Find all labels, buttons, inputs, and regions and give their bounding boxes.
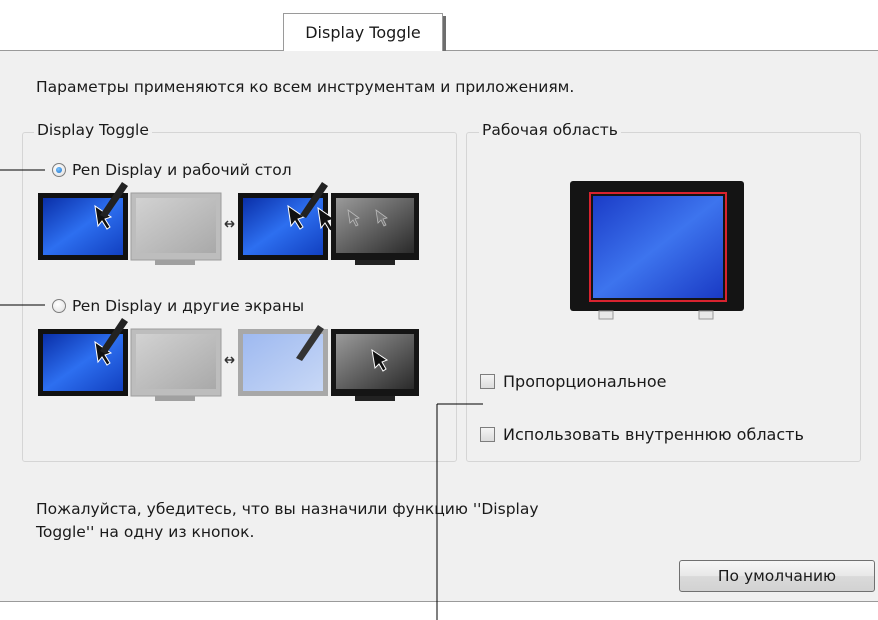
checkbox-use-inner-area[interactable]: Использовать внутреннюю область bbox=[480, 425, 804, 444]
pen-display-blue-icon bbox=[38, 182, 128, 260]
tab-display-toggle[interactable]: Display Toggle bbox=[283, 13, 446, 51]
monitor-gray-icon bbox=[130, 192, 222, 265]
default-button[interactable]: По умолчанию bbox=[679, 560, 875, 592]
note-line-1: Пожалуйста, убедитесь, что вы назначили … bbox=[36, 500, 539, 518]
checkbox-box[interactable] bbox=[480, 427, 495, 442]
monitor-dark-icon bbox=[331, 193, 419, 265]
pen-display-blue-icon bbox=[38, 318, 128, 396]
double-arrow-icon bbox=[224, 220, 235, 228]
pen-display-light-icon bbox=[238, 325, 328, 396]
monitor-gray-icon bbox=[130, 328, 222, 401]
checkbox-label: Использовать внутреннюю область bbox=[503, 425, 804, 444]
checkbox-proportional[interactable]: Пропорциональное bbox=[480, 372, 666, 391]
tablet-work-area-illustration bbox=[570, 181, 744, 320]
monitor-dark-icon bbox=[331, 329, 419, 401]
pen-display-blue-icon bbox=[238, 182, 336, 260]
note-line-2: Toggle'' на одну из кнопок. bbox=[36, 523, 255, 541]
note-text: Пожалуйста, убедитесь, что вы назначили … bbox=[36, 498, 636, 544]
double-arrow-icon bbox=[224, 356, 235, 364]
checkbox-box[interactable] bbox=[480, 374, 495, 389]
checkbox-label: Пропорциональное bbox=[503, 372, 667, 391]
